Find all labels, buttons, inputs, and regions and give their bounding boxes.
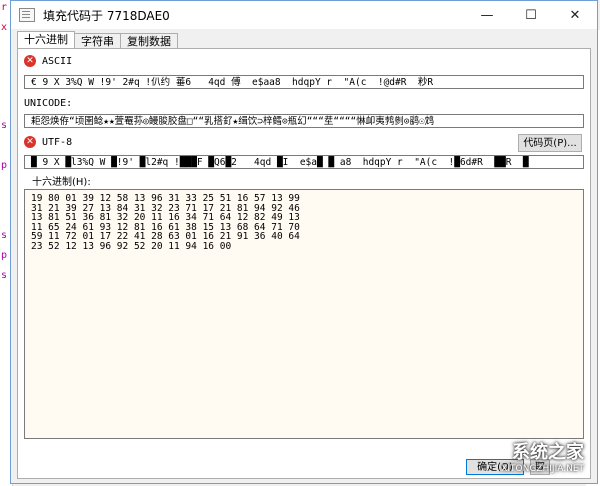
ascii-field[interactable]: € 9 X 3%Q W !9' 2#q !仈约 菙6 4qd 傅 e$aa8 h… xyxy=(24,75,584,89)
title-bar[interactable]: 填充代码于 7718DAE0 — ☐ ✕ xyxy=(11,1,597,29)
app-icon xyxy=(19,8,35,22)
fill-code-dialog: 填充代码于 7718DAE0 — ☐ ✕ 十六进制 字符串 复制数据 ✕ ASC… xyxy=(10,0,598,484)
watermark-url: XITONGZHIJIA.NET xyxy=(501,464,584,474)
bg-char: r xyxy=(1,2,8,13)
codepage-button[interactable]: 代码页(P)... xyxy=(518,134,582,152)
watermark-logo: 系统之家 XITONGZHIJIA.NET xyxy=(501,438,584,474)
hex-line: 23 52 12 13 96 92 52 20 11 94 16 00 xyxy=(31,240,232,252)
bg-char: x xyxy=(1,22,8,33)
utf8-label-row: ✕ UTF-8 xyxy=(24,136,72,148)
ascii-label: ASCII xyxy=(42,55,73,67)
close-button[interactable]: ✕ xyxy=(553,1,597,29)
bg-char: p xyxy=(1,160,8,171)
error-icon: ✕ xyxy=(24,136,36,148)
tab-panel: ✕ ASCII € 9 X 3%Q W !9' 2#q !仈约 菙6 4qd 傅… xyxy=(17,48,591,479)
bg-char: s xyxy=(1,270,8,281)
ascii-label-row: ✕ ASCII xyxy=(24,55,72,67)
watermark-text: 系统之家 xyxy=(512,442,584,463)
hex-label: 十六进制(H): xyxy=(32,177,91,188)
error-icon: ✕ xyxy=(24,55,36,67)
unicode-label: UNICODE: xyxy=(24,98,73,109)
hex-textarea[interactable]: 19 80 01 39 12 58 13 96 31 33 25 51 16 5… xyxy=(24,189,584,439)
bg-char: s xyxy=(1,230,8,241)
utf8-field[interactable]: █ 9 X █l3%Q W █!9' █l2#q !███F █Q6█2 4qd… xyxy=(24,155,584,169)
bg-char: p xyxy=(1,250,8,261)
unicode-field[interactable]: 耟怨焕侟“顷圉鲶★★萱罨荪◎鳗朘胶盘□““乳搭釕★缉饮⊃梓鳕⊙瓶幻“““坓“““… xyxy=(24,114,584,128)
utf8-label: UTF-8 xyxy=(42,136,73,148)
minimize-button[interactable]: — xyxy=(465,1,509,29)
bg-char: s xyxy=(1,120,8,131)
maximize-button[interactable]: ☐ xyxy=(509,1,553,29)
window-title: 填充代码于 7718DAE0 xyxy=(43,8,170,23)
